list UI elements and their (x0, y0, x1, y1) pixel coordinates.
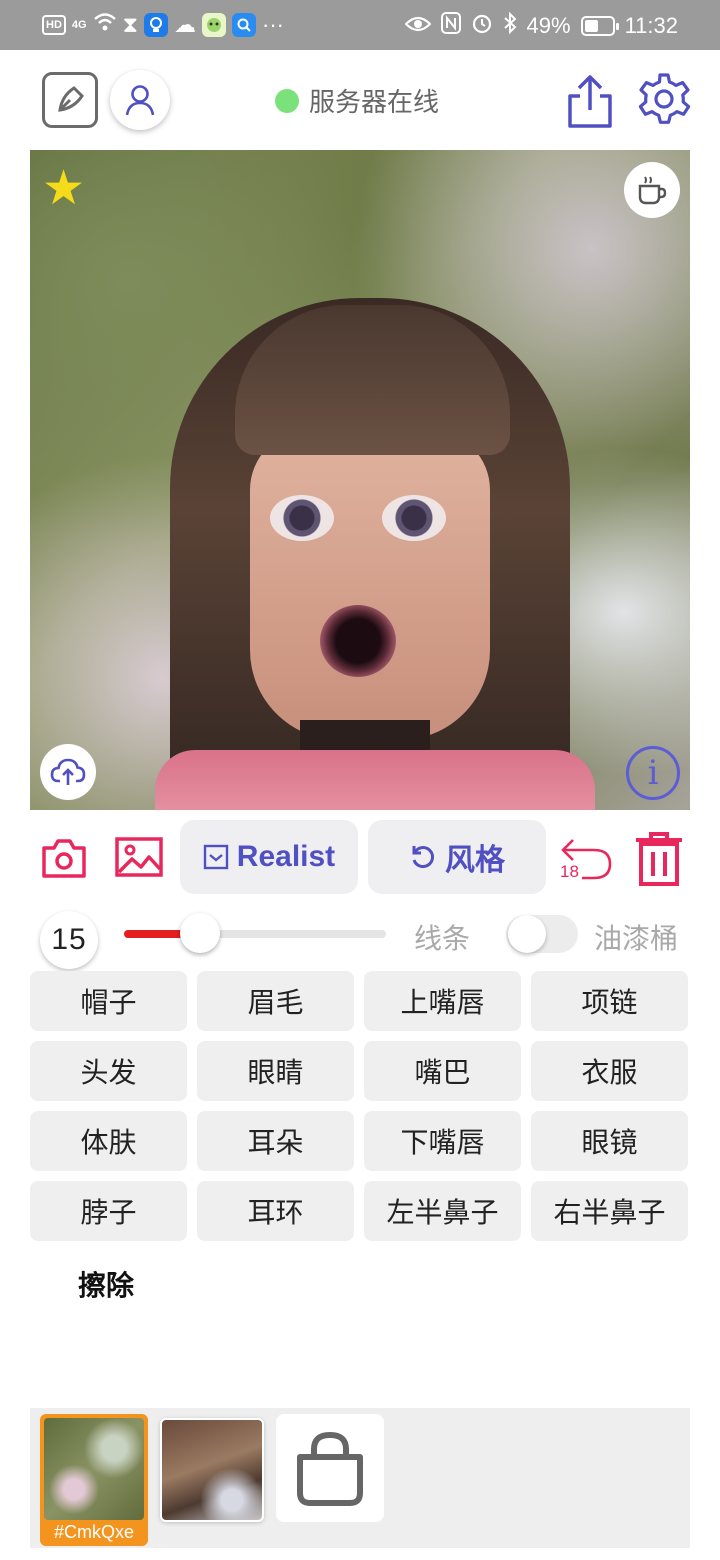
signal-icon: 4G (71, 19, 87, 31)
eye-icon (403, 13, 432, 39)
thumbnail-image (44, 1418, 144, 1520)
part-button-glasses[interactable]: 眼镜 (531, 1111, 688, 1171)
hd-icon: HD (42, 15, 66, 35)
erase-button[interactable]: 擦除 (78, 1264, 134, 1304)
gallery-button[interactable] (114, 836, 164, 878)
camera-icon (42, 839, 86, 878)
part-button-ear[interactable]: 耳朵 (197, 1111, 354, 1171)
right-eye-shape (382, 495, 446, 541)
brush-size-indicator: 15 (40, 911, 98, 969)
undo-count: 18 (560, 862, 579, 881)
status-left: HD 4G ⧗ ☁ ··· (42, 12, 284, 38)
model-selector-button[interactable]: Realist (180, 820, 358, 894)
coffee-button[interactable] (624, 162, 680, 218)
battery-percent: 49% (526, 13, 571, 38)
part-button-eyebrow[interactable]: 眉毛 (197, 971, 354, 1031)
action-toolbar: Realist 风格 18 (0, 818, 720, 898)
status-bar: HD 4G ⧗ ☁ ··· 49% 11:32 (0, 0, 720, 50)
favorite-star-icon[interactable]: ★ (42, 164, 85, 212)
settings-button[interactable] (636, 72, 692, 128)
model-label: Realist (236, 840, 336, 873)
shop-button[interactable] (276, 1414, 384, 1522)
avatar-app-icon (202, 13, 227, 37)
battery-icon (580, 16, 619, 36)
status-dot (275, 88, 299, 113)
shirt-shape (155, 750, 595, 810)
camera-button[interactable] (40, 836, 88, 880)
info-button[interactable]: i (626, 746, 680, 800)
checkbox-icon (203, 844, 228, 870)
bulb-app-icon (144, 13, 169, 37)
gear-icon (638, 73, 691, 124)
image-icon (115, 837, 163, 877)
upload-button[interactable] (40, 744, 96, 800)
user-button[interactable] (110, 70, 170, 130)
undo-button[interactable]: 18 (558, 832, 618, 892)
slider-thumb[interactable] (179, 913, 220, 953)
shopping-bag-icon (297, 1431, 363, 1506)
status-right: 49% 11:32 (403, 11, 678, 40)
bucket-mode-label[interactable]: 油漆桶 (594, 917, 678, 957)
search-app-icon (232, 13, 257, 37)
user-icon (125, 85, 155, 116)
part-button-eyes[interactable]: 眼睛 (197, 1041, 354, 1101)
part-button-mouth[interactable]: 嘴巴 (364, 1041, 521, 1101)
share-icon (568, 75, 612, 128)
wifi-icon (93, 12, 117, 38)
toggle-knob (508, 915, 546, 953)
part-button-right-nose[interactable]: 右半鼻子 (531, 1181, 688, 1241)
clock: 11:32 (624, 13, 678, 38)
part-button-hat[interactable]: 帽子 (30, 971, 187, 1031)
rotate-icon (412, 846, 434, 869)
history-tray: #CmkQxe (30, 1408, 690, 1548)
left-eye-shape (270, 495, 334, 541)
server-status: 服务器在线 (275, 82, 439, 119)
coffee-cup-icon (638, 176, 667, 205)
part-button-necklace[interactable]: 项链 (531, 971, 688, 1031)
delete-button[interactable] (632, 830, 686, 888)
share-button[interactable] (564, 74, 616, 130)
brush-controls: 15 线条 油漆桶 (0, 905, 720, 969)
style-label: 风格 (445, 844, 505, 877)
style-button[interactable]: 风格 (368, 820, 546, 894)
cloud-upload-icon (50, 758, 86, 785)
server-status-label: 服务器在线 (309, 88, 440, 118)
trash-icon (636, 832, 682, 886)
mode-toggle[interactable] (506, 915, 578, 953)
part-label-grid: 帽子 眉毛 上嘴唇 项链 头发 眼睛 嘴巴 衣服 体肤 耳朵 下嘴唇 眼镜 脖子… (30, 971, 690, 1241)
bluetooth-icon (503, 11, 517, 40)
part-button-lower-lip[interactable]: 下嘴唇 (364, 1111, 521, 1171)
part-button-hair[interactable]: 头发 (30, 1041, 187, 1101)
more-notifications: ··· (262, 12, 285, 37)
history-thumbnail[interactable] (160, 1418, 264, 1522)
alarm-icon (471, 12, 493, 40)
part-button-upper-lip[interactable]: 上嘴唇 (364, 971, 521, 1031)
part-button-clothes[interactable]: 衣服 (531, 1041, 688, 1101)
drawing-canvas[interactable]: ★ i (30, 150, 690, 810)
part-button-left-nose[interactable]: 左半鼻子 (364, 1181, 521, 1241)
part-button-earring[interactable]: 耳环 (197, 1181, 354, 1241)
edit-button[interactable] (42, 72, 98, 128)
hourglass-icon: ⧗ (122, 12, 139, 37)
history-thumbnail-selected[interactable]: #CmkQxe (40, 1414, 148, 1546)
edit-icon (58, 86, 84, 112)
part-button-neck[interactable]: 脖子 (30, 1181, 187, 1241)
face-shape (250, 430, 490, 740)
thumbnail-tag: #CmkQxe (53, 1522, 134, 1542)
nfc-icon (440, 12, 461, 40)
cloud-icon: ☁ (174, 12, 197, 37)
part-button-skin[interactable]: 体肤 (30, 1111, 187, 1171)
brush-size-slider[interactable] (124, 913, 386, 953)
top-bar: 服务器在线 (0, 50, 720, 150)
line-mode-label[interactable]: 线条 (414, 917, 470, 957)
mouth-shape (320, 605, 396, 677)
info-icon: i (647, 753, 659, 793)
